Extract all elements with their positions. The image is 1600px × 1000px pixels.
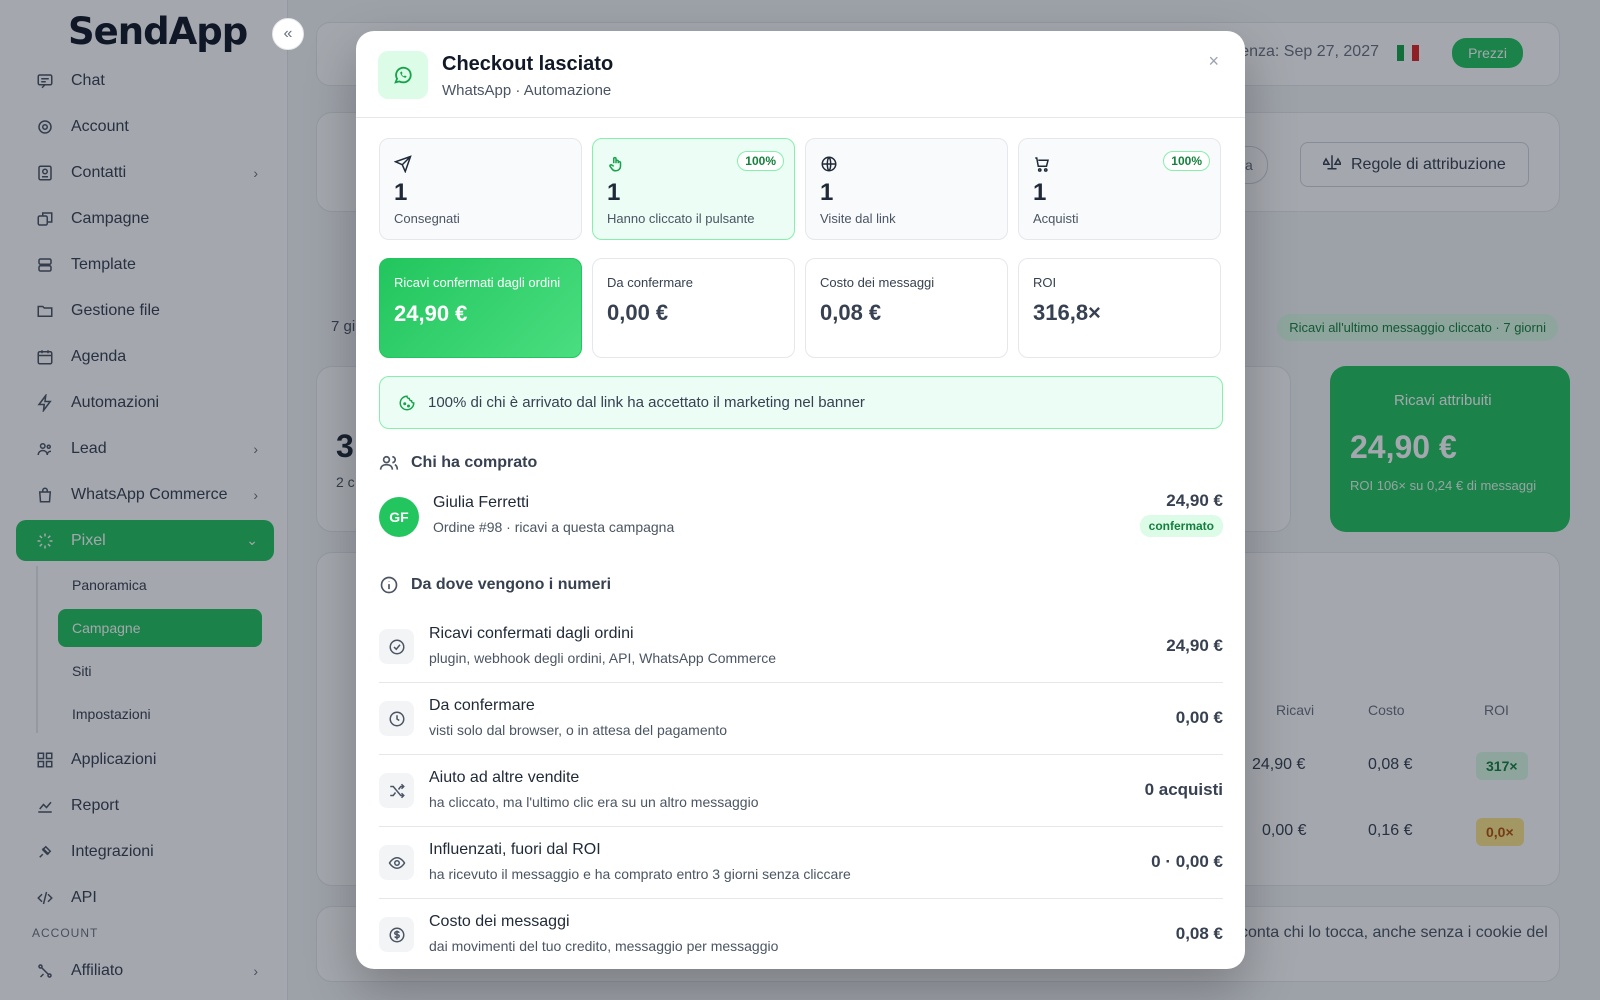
source-title: Aiuto ad altre vendite [429,769,580,786]
source-title: Ricavi confermati dagli ordini [429,625,634,642]
metric-value: 0,08 € [820,300,882,325]
buyers-title-text: Chi ha comprato [411,454,538,471]
source-description: ha cliccato, ma l'ultimo clic era su un … [429,794,759,810]
source-row-da-confermare: Da confermare visti solo dal browser, o … [379,683,1223,755]
consent-banner-text: 100% di chi è arrivato dal link ha accet… [428,394,865,411]
buyer-amount: 24,90 € [1166,491,1223,510]
source-title: Costo dei messaggi [429,913,570,930]
stat-percent-badge: 100% [737,151,784,171]
close-button[interactable]: × [1208,51,1219,72]
stat-label: Hanno cliccato il pulsante [607,211,755,226]
eye-icon [379,845,414,880]
globe-icon [820,155,838,173]
source-value: 24,90 € [1166,636,1223,655]
source-value: 0,00 € [1175,708,1223,727]
whatsapp-icon [378,51,428,99]
metric-da-confermare: Da confermare 0,00 € [592,258,795,358]
source-value: 0 acquisti [1144,780,1223,799]
stat-value: 1 [1033,179,1047,206]
stat-card-acquisti: 100% 1 Acquisti [1018,138,1221,240]
dollar-circle-icon [379,917,414,952]
modal-title: Checkout lasciato [442,53,614,75]
metric-value: 0,00 € [607,300,669,325]
funnel-stats: 1 Consegnati 100% 1 Hanno cliccato il pu… [379,138,1223,240]
metric-value: 316,8× [1033,300,1101,325]
status-badge: confermato [1139,515,1223,537]
sources-list: Ricavi confermati dagli ordini plugin, w… [379,611,1223,969]
revenue-metrics: Ricavi confermati dagli ordini 24,90 € D… [379,258,1223,358]
buyer-order: Ordine #98 · ricavi a questa campagna [433,519,675,535]
shuffle-icon [379,773,414,808]
clock-icon [379,701,414,736]
buyer-row[interactable]: GF Giulia Ferretti Ordine #98 · ricavi a… [379,491,1223,553]
metric-costo-messaggi: Costo dei messaggi 0,08 € [805,258,1008,358]
source-row-costo-messaggi: Costo dei messaggi dai movimenti del tuo… [379,899,1223,969]
source-row-influenzati: Influenzati, fuori dal ROI ha ricevuto i… [379,827,1223,899]
source-title: Influenzati, fuori dal ROI [429,841,601,858]
check-circle-icon [379,629,414,664]
stat-label: Consegnati [394,211,460,226]
stat-label: Acquisti [1033,211,1079,226]
campaign-detail-modal: Checkout lasciato WhatsApp · Automazione… [356,31,1245,969]
avatar: GF [379,497,419,537]
stat-percent-badge: 100% [1163,151,1210,171]
cookie-icon [398,394,416,412]
sources-title-text: Da dove vengono i numeri [411,576,612,593]
source-row-aiuto-vendite: Aiuto ad altre vendite ha cliccato, ma l… [379,755,1223,827]
metric-label: ROI [1033,275,1057,290]
modal-subtitle: WhatsApp · Automazione [442,82,612,99]
stat-value: 1 [820,179,834,206]
consent-banner: 100% di chi è arrivato dal link ha accet… [379,376,1223,429]
stat-value: 1 [607,179,621,206]
users-icon [379,453,399,473]
info-icon [379,575,399,595]
stat-card-consegnati: 1 Consegnati [379,138,582,240]
modal-header: Checkout lasciato WhatsApp · Automazione… [356,31,1245,118]
source-row-ricavi-confermati: Ricavi confermati dagli ordini plugin, w… [379,611,1223,683]
stat-value: 1 [394,179,408,206]
stat-card-visite: 1 Visite dal link [805,138,1008,240]
source-title: Da confermare [429,697,535,714]
modal-body: 1 Consegnati 100% 1 Hanno cliccato il pu… [356,118,1245,969]
metric-roi: ROI 316,8× [1018,258,1221,358]
source-description: visti solo dal browser, o in attesa del … [429,722,728,738]
source-description: plugin, webhook degli ordini, API, Whats… [429,650,777,666]
collapse-sidebar-button[interactable]: « [272,18,304,50]
metric-ricavi-confermati: Ricavi confermati dagli ordini 24,90 € [379,258,582,358]
sources-section-title: Da dove vengono i numeri [379,575,1223,595]
buyers-section-title: Chi ha comprato [379,453,1223,473]
source-value: 0 · 0,00 € [1151,852,1223,871]
source-description: ha ricevuto il messaggio e ha comprato e… [429,866,851,882]
metric-value: 24,90 € [394,301,468,326]
stat-card-cliccato: 100% 1 Hanno cliccato il pulsante [592,138,795,240]
metric-label: Da confermare [607,275,693,290]
metric-label: Costo dei messaggi [820,275,935,290]
buyer-name: Giulia Ferretti [433,494,530,511]
source-description: dai movimenti del tuo credito, messaggio… [429,938,779,954]
click-hand-icon [607,155,625,173]
send-icon [393,155,412,174]
cart-icon [1033,155,1051,173]
stat-label: Visite dal link [820,211,896,226]
metric-label: Ricavi confermati dagli ordini [394,275,561,290]
source-value: 0,08 € [1175,924,1223,943]
